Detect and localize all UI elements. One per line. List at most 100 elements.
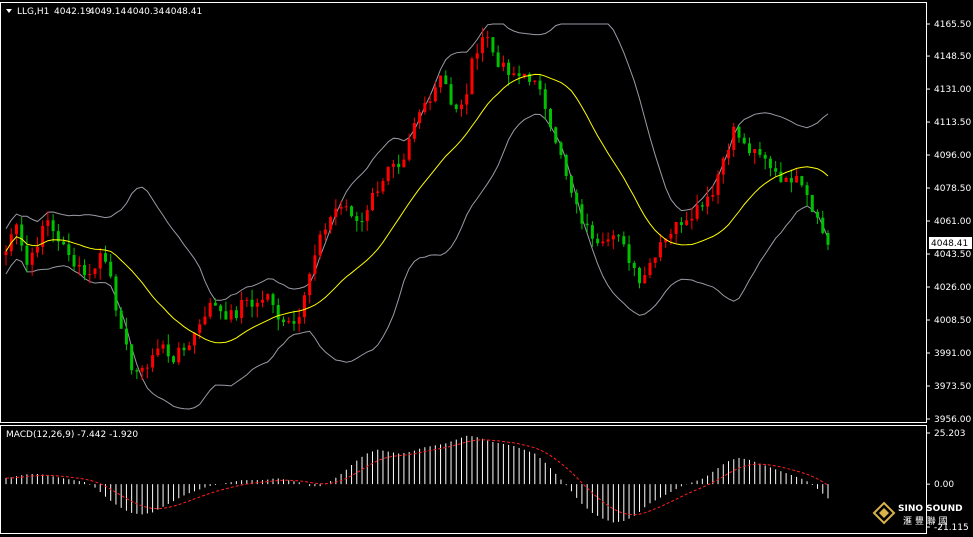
candle-body [219, 305, 223, 312]
candle-body [428, 101, 432, 103]
candle-body [151, 355, 155, 368]
current-price-tag: 4048.41 [929, 237, 972, 249]
candle-body [4, 251, 8, 256]
candle-body [51, 220, 55, 232]
candle-body [140, 367, 144, 372]
candle-body [423, 102, 427, 113]
candle-body [255, 302, 259, 307]
candle-body [166, 344, 170, 357]
chart-canvas[interactable]: 4165.50 4148.50 4131.00 4113.50 4096.00 4078.… [0, 0, 973, 537]
candle-body [30, 252, 34, 265]
candle-body [507, 62, 511, 75]
candle-body [240, 299, 244, 318]
brand-subtitle: 滙 豐 聯 國 [903, 515, 948, 527]
candle-body [360, 221, 364, 223]
macd-indicator-label: MACD(12,26,9) -7.442 -1.920 [6, 430, 138, 440]
candle-body [145, 367, 149, 369]
price-tick-label: 4078.50 [934, 184, 971, 194]
macd-panel-frame [0, 425, 927, 534]
price-tick-label: 4008.50 [934, 316, 971, 326]
high-value: 4049.14 [89, 7, 126, 17]
candle-body [391, 163, 395, 167]
ma-line [5, 73, 829, 344]
candle-body [810, 195, 814, 212]
candle-body [559, 142, 563, 155]
candle-body [685, 220, 689, 225]
candle-body [297, 317, 301, 324]
candle-body [768, 158, 772, 169]
candle-body [412, 123, 416, 139]
candle-body [177, 347, 181, 363]
candle-body [124, 328, 128, 345]
brand-name: SINO SOUND [898, 504, 963, 514]
candle-body [109, 261, 113, 277]
price-tick-label: 3991.00 [934, 349, 971, 359]
candle-body [397, 163, 401, 168]
candle-body [543, 89, 547, 110]
candle-body [250, 299, 254, 307]
price-tick-label: 4061.00 [934, 217, 971, 227]
candle-body [334, 208, 338, 217]
candle-body [103, 253, 107, 262]
candle-body [549, 109, 553, 128]
candle-body [83, 265, 87, 276]
candle-body [114, 276, 118, 311]
candle-body [444, 75, 448, 85]
candle-body [77, 265, 81, 267]
candle-body [575, 192, 579, 205]
moving-average [5, 73, 829, 344]
candlesticks [4, 27, 830, 380]
candle-body [475, 53, 479, 59]
candle-body [674, 222, 678, 234]
candle-body [213, 302, 217, 306]
candle-body [784, 177, 788, 182]
price-tick-label: 4148.50 [934, 52, 971, 62]
candle-body [695, 205, 699, 219]
candle-body [135, 370, 139, 372]
candle-body [779, 171, 783, 182]
candle-body [370, 192, 374, 211]
price-tick-label: 3956.00 [934, 415, 971, 425]
candle-body [203, 316, 207, 325]
candle-body [245, 299, 249, 301]
candle-body [501, 62, 505, 67]
dropdown-triangle-icon[interactable] [6, 9, 12, 13]
price-panel-frame [0, 2, 927, 423]
candle-body [606, 239, 610, 242]
macd-tick-label: 25.203 [934, 429, 966, 439]
candle-body [344, 206, 348, 208]
candle-body [727, 149, 731, 159]
candle-body [653, 257, 657, 263]
candle-body [98, 253, 102, 269]
candle-body [690, 218, 694, 221]
trading-chart-window: 4165.50 4148.50 4131.00 4113.50 4096.00 4078.… [0, 0, 973, 537]
candle-body [470, 58, 474, 95]
symbol-header[interactable]: LLG,H1 4042.19 4049.14 4040.34 4048.41 [6, 7, 202, 17]
candle-body [407, 138, 411, 160]
price-tick-label: 3973.50 [934, 382, 971, 392]
candle-body [753, 149, 757, 154]
candle-body [381, 181, 385, 192]
candle-body [512, 73, 516, 75]
candle-body [46, 220, 50, 226]
candle-body [658, 242, 662, 258]
candle-body [25, 245, 29, 265]
candle-body [14, 224, 18, 235]
candle-body [716, 174, 720, 195]
macd-tick-label: 0.00 [934, 480, 954, 490]
candle-body [271, 294, 275, 306]
candle-body [161, 344, 165, 349]
candle-body [465, 94, 469, 105]
candle-body [821, 217, 825, 234]
candle-body [601, 241, 605, 244]
candle-body [622, 236, 626, 245]
close-value: 4048.41 [165, 7, 202, 17]
candle-body [402, 159, 406, 168]
candle-body [119, 310, 123, 329]
candle-body [433, 87, 437, 102]
price-axis: 4165.50 4148.50 4131.00 4113.50 4096.00 4078.… [926, 20, 971, 425]
bollinger-bands [5, 23, 829, 410]
candle-body [281, 319, 285, 323]
current-price-label: 4048.41 [931, 239, 968, 249]
candle-body [732, 126, 736, 150]
